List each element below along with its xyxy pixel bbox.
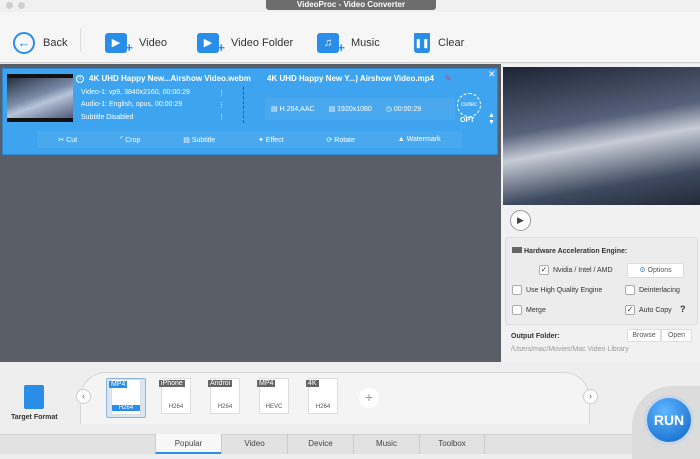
carousel-next-button[interactable]: › bbox=[583, 389, 598, 404]
trash-icon: ❚❚ bbox=[414, 33, 430, 53]
window-title: VideoProc - Video Converter bbox=[266, 0, 436, 10]
window-minimize-button[interactable] bbox=[18, 2, 25, 9]
toolbar-divider bbox=[80, 28, 81, 52]
remove-item-icon[interactable]: ✕ bbox=[488, 69, 496, 80]
tab-toolbox[interactable]: Toolbox bbox=[419, 434, 485, 454]
subtitle-track[interactable]: Subtitle Disabled bbox=[81, 114, 134, 121]
rotate-button[interactable]: ⟳ Rotate bbox=[326, 136, 354, 144]
nvidia-checkbox[interactable]: ✓ Nvidia / Intel / AMD bbox=[539, 265, 613, 275]
back-button[interactable]: ← Back bbox=[13, 29, 67, 57]
edit-toolbar: ✂ Cut ⌜ Crop ▤ Subtitle ✦ Effect ⟳ Rotat… bbox=[37, 131, 462, 148]
tab-device[interactable]: Device bbox=[287, 434, 353, 454]
gear-icon: ⚙ bbox=[639, 267, 646, 274]
options-button[interactable]: ⚙ Options bbox=[627, 263, 684, 278]
back-arrow-icon: ← bbox=[13, 32, 35, 54]
window-close-button[interactable] bbox=[6, 2, 13, 9]
codec-options-icon[interactable]: codec bbox=[457, 93, 481, 117]
hw-accel-title: Hardware Acceleration Engine: bbox=[512, 247, 627, 255]
format-mp4-hevc[interactable]: MP4 HEVC bbox=[254, 378, 294, 418]
opt-label[interactable]: OPT bbox=[460, 117, 474, 124]
toolbar: ← Back ▶ + Video ▶ + Video Folder ♫ + Music… bbox=[0, 12, 700, 63]
subtitle-button[interactable]: ▤ Subtitle bbox=[183, 136, 215, 144]
target-format-label: Target Format bbox=[11, 414, 58, 421]
codec-info: ▤ H.264,AAC bbox=[271, 106, 315, 113]
play-button[interactable]: ▶ bbox=[510, 210, 531, 231]
tab-video[interactable]: Video bbox=[221, 434, 287, 454]
music-add-icon: ♫ + bbox=[317, 33, 345, 55]
help-icon[interactable]: ? bbox=[680, 304, 686, 314]
folder-add-icon: ▶ + bbox=[197, 33, 225, 55]
duration-info: ◷ 00:00:29 bbox=[385, 106, 422, 113]
open-button[interactable]: Open bbox=[661, 329, 692, 342]
video-thumbnail bbox=[7, 74, 73, 122]
watermark-button[interactable]: ▲ Watermark bbox=[398, 136, 441, 143]
edit-name-icon[interactable]: ✎ bbox=[445, 74, 452, 83]
add-video-folder-button[interactable]: ▶ + Video Folder bbox=[197, 29, 293, 57]
crop-button[interactable]: ⌜ Crop bbox=[120, 136, 140, 144]
add-music-button[interactable]: ♫ + Music bbox=[317, 29, 380, 57]
target-format-icon bbox=[24, 385, 44, 409]
format-android-h264[interactable]: Androi H264 bbox=[205, 378, 245, 418]
cut-button[interactable]: ✂ Cut bbox=[58, 136, 77, 144]
info-icon[interactable]: i bbox=[76, 75, 84, 83]
tab-music[interactable]: Music bbox=[353, 434, 419, 454]
clear-button[interactable]: ❚❚ Clear bbox=[414, 29, 464, 57]
reorder-arrows[interactable]: ▲ ▼ bbox=[488, 112, 495, 126]
track-menu-icons[interactable]: ⋮ ⋮ ⋮ bbox=[218, 88, 225, 124]
source-file-name: 4K UHD Happy New...Airshow Video.webm bbox=[89, 74, 251, 83]
output-folder-path: /Users/mac/Movies/Mac Video Library bbox=[511, 346, 629, 353]
format-4k-h264[interactable]: 4K H264 bbox=[303, 378, 343, 418]
video-track[interactable]: Video-1: vp9, 3840x2160, 00:00:29 bbox=[81, 89, 190, 96]
carousel-prev-button[interactable]: ‹ bbox=[76, 389, 91, 404]
arrow-divider bbox=[243, 87, 244, 123]
resolution-info: ▤ 1920x1080 bbox=[328, 106, 372, 113]
video-add-icon: ▶ + bbox=[105, 33, 133, 55]
output-folder-label: Output Folder: bbox=[511, 333, 560, 340]
output-info: ▤ H.264,AAC ▤ 1920x1080 ◷ 00:00:29 bbox=[265, 98, 455, 120]
deinterlacing-checkbox[interactable]: Deinterlacing bbox=[625, 285, 680, 295]
add-video-button[interactable]: ▶ + Video bbox=[105, 29, 167, 57]
format-iphone-h264[interactable]: iPhone H264 bbox=[156, 378, 196, 418]
browse-button[interactable]: Browse bbox=[627, 329, 661, 342]
output-file-name: 4K UHD Happy New Y...) Airshow Video.mp4 bbox=[267, 74, 434, 83]
settings-panel: Hardware Acceleration Engine: ✓ Nvidia / … bbox=[505, 237, 698, 325]
merge-checkbox[interactable]: Merge bbox=[512, 305, 546, 315]
audio-track[interactable]: Audio-1: English, opus, 00:00:29 bbox=[81, 101, 182, 108]
run-button[interactable]: RUN bbox=[644, 395, 694, 445]
auto-copy-checkbox[interactable]: ✓ Auto Copy bbox=[625, 305, 672, 315]
add-format-button[interactable]: + bbox=[359, 388, 379, 408]
video-item-card[interactable]: i 4K UHD Happy New...Airshow Video.webm … bbox=[2, 68, 498, 155]
gpu-icon bbox=[512, 247, 522, 253]
effect-button[interactable]: ✦ Effect bbox=[258, 136, 284, 144]
high-quality-checkbox[interactable]: Use High Quality Engine bbox=[512, 285, 602, 295]
format-mp4-h264[interactable]: MP4 H264 bbox=[106, 378, 146, 418]
video-preview bbox=[503, 67, 700, 205]
tab-popular[interactable]: Popular bbox=[155, 434, 221, 454]
